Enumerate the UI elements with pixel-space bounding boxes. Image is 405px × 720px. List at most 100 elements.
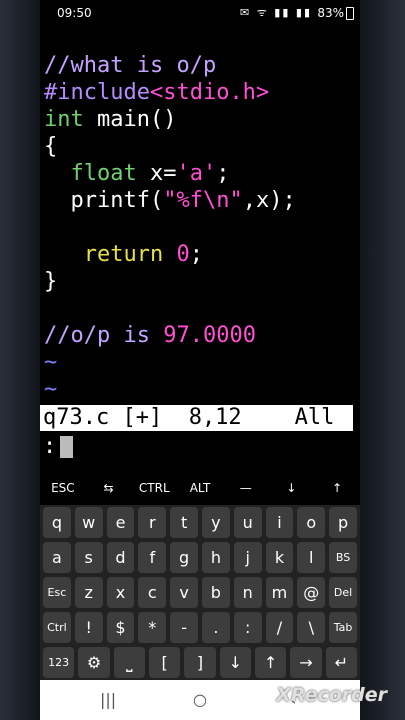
key-tab[interactable]: Tab xyxy=(329,612,357,643)
key-e[interactable]: e xyxy=(106,507,135,538)
key-delete[interactable]: Del xyxy=(329,577,357,608)
extra-key-alt[interactable]: ALT xyxy=(177,474,223,502)
key-backspace[interactable]: BS xyxy=(329,542,357,573)
phone-screen: 09:50 ✉ ᯤ ▮▮ ▮▮ 83% //what is o/p #inclu… xyxy=(40,0,360,720)
key-l[interactable]: l xyxy=(297,542,326,573)
code-token: printf( xyxy=(44,188,164,213)
extra-key-up[interactable]: ↑ xyxy=(314,474,360,502)
code-token: //o/p is xyxy=(44,323,164,348)
key-x[interactable]: x xyxy=(106,577,135,608)
command-prompt: : xyxy=(43,434,57,459)
code-line: #include xyxy=(44,80,150,105)
key-w[interactable]: w xyxy=(74,507,103,538)
code-token: main() xyxy=(83,107,177,132)
enter-icon[interactable]: ↵ xyxy=(325,647,357,678)
recorder-watermark: XRecorder xyxy=(276,684,387,706)
empty-line-marker: ~ xyxy=(44,350,58,375)
code-token: <stdio.h> xyxy=(149,80,270,105)
arrow-down-icon[interactable]: ↓ xyxy=(219,647,251,678)
key-p[interactable]: p xyxy=(329,507,357,538)
status-time: 09:50 xyxy=(57,6,92,20)
key-y[interactable]: y xyxy=(201,507,230,538)
key-j[interactable]: j xyxy=(233,542,262,573)
code-line: //what is o/p xyxy=(44,53,217,78)
key-asterisk[interactable]: * xyxy=(138,612,167,643)
key-z[interactable]: z xyxy=(74,577,103,608)
key-bracket-open[interactable]: [ xyxy=(148,647,181,678)
key-u[interactable]: u xyxy=(233,507,262,538)
key-exclamation[interactable]: ! xyxy=(74,612,103,643)
empty-line-marker: ~ xyxy=(44,377,58,402)
key-dollar[interactable]: $ xyxy=(106,612,135,643)
battery-percent: 83% xyxy=(317,6,344,20)
home-icon[interactable]: ○ xyxy=(193,690,207,709)
code-token: float xyxy=(70,161,137,186)
key-period[interactable]: . xyxy=(201,612,230,643)
extra-key-tab[interactable]: ⇆ xyxy=(86,474,132,502)
arrow-up-icon[interactable]: ↑ xyxy=(254,647,287,678)
code-token: ; xyxy=(189,242,203,267)
key-slash[interactable]: / xyxy=(265,612,294,643)
key-k[interactable]: k xyxy=(265,542,294,573)
key-b[interactable]: b xyxy=(201,577,230,608)
key-a[interactable]: a xyxy=(43,542,71,573)
key-ctrl[interactable]: Ctrl xyxy=(43,612,71,643)
key-h[interactable]: h xyxy=(201,542,230,573)
code-line: } xyxy=(44,269,58,294)
status-bar: 09:50 ✉ ᯤ ▮▮ ▮▮ 83% xyxy=(40,0,360,26)
right-blur-area xyxy=(360,0,405,720)
code-token: 0 xyxy=(176,242,190,267)
key-at[interactable]: @ xyxy=(297,577,326,608)
code-token: int xyxy=(44,107,84,132)
key-n[interactable]: n xyxy=(233,577,262,608)
key-m[interactable]: m xyxy=(265,577,294,608)
key-c[interactable]: c xyxy=(138,577,167,608)
key-s[interactable]: s xyxy=(74,542,103,573)
key-space[interactable]: ⎵ xyxy=(113,647,145,678)
key-i[interactable]: i xyxy=(265,507,294,538)
code-token: "%f\n" xyxy=(163,188,243,213)
key-colon[interactable]: : xyxy=(233,612,262,643)
extra-key-down[interactable]: ↓ xyxy=(269,474,315,502)
keyboard-row-1: q w e r t y u i o p xyxy=(40,505,360,540)
key-d[interactable]: d xyxy=(106,542,135,573)
code-editor[interactable]: //what is o/p #include<stdio.h> int main… xyxy=(44,52,296,403)
extra-keys-bar: ESC ⇆ CTRL ALT — ↓ ↑ xyxy=(40,474,360,502)
key-o[interactable]: o xyxy=(297,507,326,538)
key-f[interactable]: f xyxy=(138,542,167,573)
key-r[interactable]: r xyxy=(138,507,167,538)
keyboard-row-3: Esc z x c v b n m @ Del xyxy=(40,575,360,610)
vim-command-line[interactable]: : xyxy=(43,434,74,460)
extra-key-esc[interactable]: ESC xyxy=(40,474,86,502)
key-bracket-close[interactable]: ] xyxy=(184,647,216,678)
code-token: ,x); xyxy=(242,188,296,213)
recents-icon[interactable]: ||| xyxy=(100,690,116,709)
keyboard-row-4: Ctrl ! $ * - . : / \ Tab xyxy=(40,610,360,645)
status-icons: ✉ ᯤ ▮▮ ▮▮ xyxy=(240,6,312,19)
key-q[interactable]: q xyxy=(43,507,71,538)
code-token: x= xyxy=(136,161,177,186)
vim-status-line: q73.c [+] 8,12 All xyxy=(40,405,353,431)
arrow-right-icon[interactable]: → xyxy=(290,647,322,678)
extra-key-dash[interactable]: — xyxy=(223,474,269,502)
key-esc[interactable]: Esc xyxy=(43,577,71,608)
code-token: 97.0000 xyxy=(163,323,256,348)
code-token: 'a' xyxy=(176,161,217,186)
code-token: ; xyxy=(216,161,230,186)
key-backslash[interactable]: \ xyxy=(297,612,326,643)
key-v[interactable]: v xyxy=(170,577,198,608)
battery-icon xyxy=(346,7,354,20)
soft-keyboard: q w e r t y u i o p a s d f g h j k l BS… xyxy=(40,505,360,680)
gear-icon[interactable]: ⚙ xyxy=(78,647,110,678)
extra-key-ctrl[interactable]: CTRL xyxy=(131,474,177,502)
key-g[interactable]: g xyxy=(170,542,198,573)
key-t[interactable]: t xyxy=(170,507,198,538)
key-123[interactable]: 123 xyxy=(43,647,75,678)
keyboard-row-2: a s d f g h j k l BS xyxy=(40,540,360,575)
text-cursor xyxy=(60,436,74,458)
code-token: return xyxy=(83,242,164,267)
key-minus[interactable]: - xyxy=(170,612,198,643)
